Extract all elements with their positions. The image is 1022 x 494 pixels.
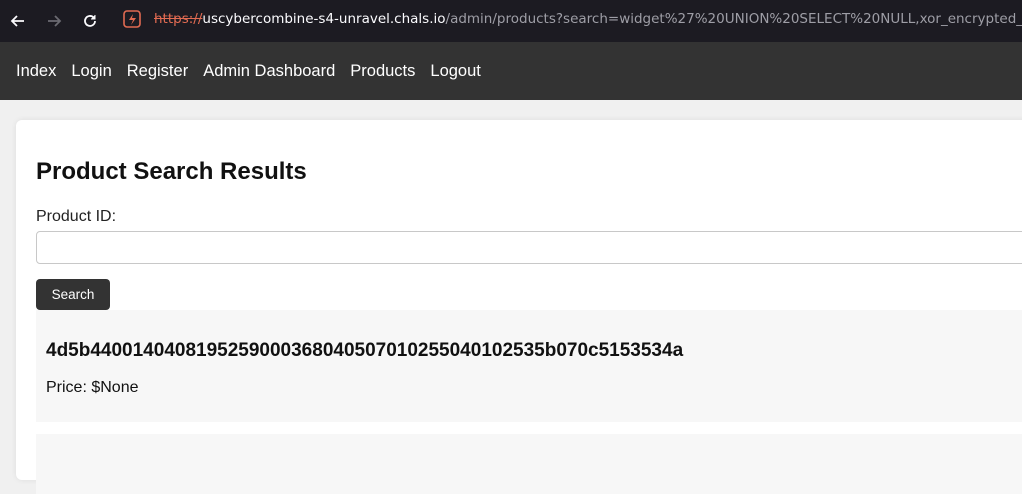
result-product-name: 4d5b440014040819525900036804050701025504… bbox=[46, 340, 684, 361]
url-host: uscybercombine-s4-unravel.chals.io bbox=[202, 11, 446, 27]
url-scheme: https:// bbox=[154, 11, 203, 27]
reload-icon bbox=[84, 15, 96, 27]
result-item bbox=[36, 434, 1022, 494]
browser-toolbar: https://uscybercombine-s4-unravel.chals.… bbox=[0, 0, 1022, 42]
result-product-price: Price: $None bbox=[46, 379, 139, 396]
nav-link-admin-dashboard[interactable]: Admin Dashboard bbox=[203, 62, 335, 81]
forward-arrow-icon bbox=[48, 15, 62, 27]
url-text: https://uscybercombine-s4-unravel.chals.… bbox=[154, 11, 1022, 27]
nav-link-register[interactable]: Register bbox=[127, 62, 188, 81]
forward-button[interactable] bbox=[36, 3, 72, 39]
nav-link-login[interactable]: Login bbox=[71, 62, 111, 81]
nav-link-products[interactable]: Products bbox=[350, 62, 415, 81]
url-path: /admin/products?search=widget%27%20UNION… bbox=[445, 11, 1022, 27]
result-item: 4d5b440014040819525900036804050701025504… bbox=[36, 310, 1022, 422]
search-button[interactable]: Search bbox=[36, 279, 110, 310]
page-title: Product Search Results bbox=[36, 158, 307, 185]
reload-button[interactable] bbox=[72, 3, 108, 39]
product-id-label: Product ID: bbox=[36, 208, 117, 225]
nav-link-logout[interactable]: Logout bbox=[430, 62, 480, 81]
site-security-icon bbox=[123, 10, 141, 28]
site-navigation: Index Login Register Admin Dashboard Pro… bbox=[0, 42, 1022, 100]
nav-link-index[interactable]: Index bbox=[16, 62, 56, 81]
product-id-input[interactable] bbox=[36, 231, 1022, 264]
back-arrow-icon bbox=[10, 15, 24, 27]
address-bar[interactable]: https://uscybercombine-s4-unravel.chals.… bbox=[114, 4, 1022, 34]
main-card: Product Search Results Product ID: Searc… bbox=[16, 120, 1022, 494]
back-button[interactable] bbox=[0, 3, 36, 39]
